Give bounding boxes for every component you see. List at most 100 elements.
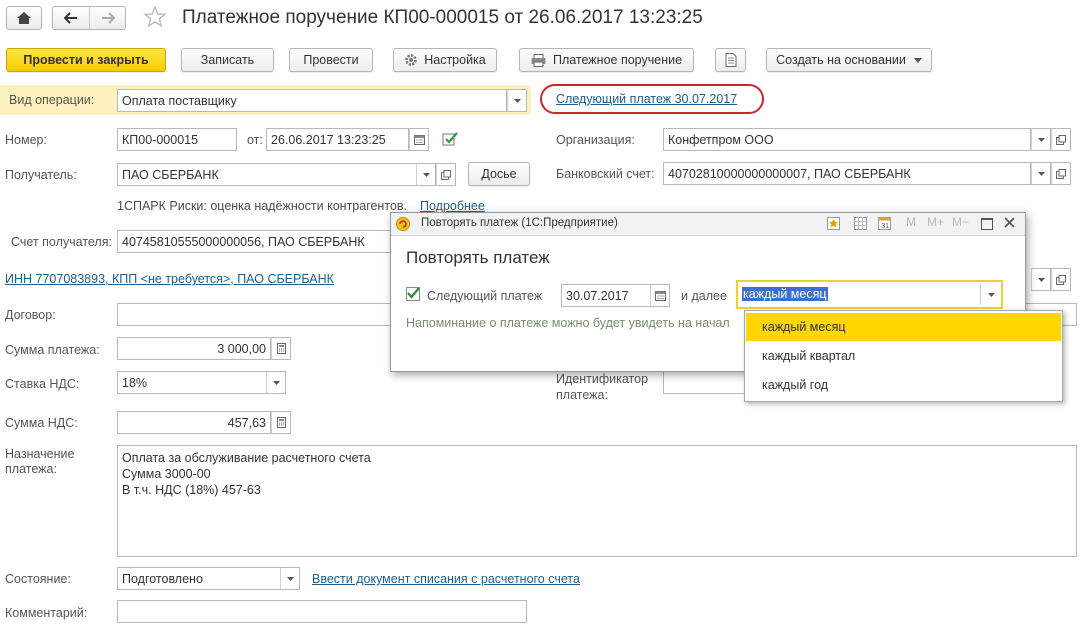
bank-account-field[interactable]: 40702810000000000007, ПАО СБЕРБАНК [663,162,1031,185]
home-icon [17,12,31,24]
recipient-dropdown-button[interactable] [416,163,436,186]
organization-open-button[interactable] [1051,128,1071,151]
chevron-down-icon [1037,137,1045,142]
calendar-icon[interactable]: 31 [878,217,891,233]
dropdown-option-monthly[interactable]: каждый месяц [746,313,1061,341]
spark-more-link[interactable]: Подробнее [420,199,485,213]
payment-id-label: Идентификатор [556,372,649,386]
right-field-open-button[interactable] [1051,268,1071,291]
period-selected-value: каждый месяц [742,287,828,301]
settings-button[interactable]: Настройка [393,48,497,72]
vat-rate-select[interactable]: 18% [117,371,267,394]
number-label: Номер: [5,133,47,147]
period-dropdown-button[interactable] [980,284,1001,305]
dialog-titlebar: Повторять платеж (1С:Предприятие) 31 M M… [391,213,1025,236]
svg-text:31: 31 [881,223,889,230]
favorite-star-icon[interactable] [143,5,167,29]
close-icon[interactable] [1004,217,1015,231]
memory-minus-icon[interactable]: M− [952,215,969,229]
home-button[interactable] [6,6,42,30]
next-payment-checkbox[interactable] [406,287,420,301]
maximize-icon[interactable] [981,218,993,230]
vat-rate-label: Ставка НДС: [5,377,80,391]
operation-dropdown-button[interactable] [507,89,527,112]
vat-amount-field[interactable]: 457,63 [117,411,271,434]
next-payment-calendar-button[interactable] [650,284,670,307]
operation-label: Вид операции: [9,93,95,107]
chevron-down-icon [987,292,995,297]
status-label: Состояние: [5,572,71,586]
create-based-on-button[interactable]: Создать на основании [766,48,932,72]
comment-label: Комментарий: [5,606,88,620]
period-select[interactable]: каждый месяц [736,280,1003,309]
arrow-left-icon [64,12,77,24]
recipient-label: Получатель: [5,168,77,182]
purpose-label-2: платежа: [5,462,57,476]
vat-rate-dropdown-button[interactable] [266,371,286,394]
number-field[interactable]: КП00-000015 [117,128,237,151]
settings-label: Настройка [424,53,486,67]
purpose-line: Сумма 3000-00 [122,467,211,481]
status-select[interactable]: Подготовлено [117,567,281,590]
amount-calculator-button[interactable] [271,337,291,360]
recipient-account-field[interactable]: 40745810555000000056, ПАО СБЕРБАНК [117,230,397,253]
open-icon [1056,274,1066,285]
open-icon [1056,134,1066,145]
grid-icon[interactable] [854,217,867,233]
bookmark-star-icon[interactable] [827,217,840,233]
amount-field[interactable]: 3 000,00 [117,337,271,360]
purpose-textarea[interactable]: Оплата за обслуживание расчетного счета … [117,445,1077,557]
chevron-down-icon [1037,277,1045,282]
inn-link[interactable]: ИНН 7707083893, КПП <не требуется>, ПАО … [5,272,334,286]
open-icon [441,169,451,180]
recipient-open-button[interactable] [436,163,456,186]
organization-field[interactable]: Конфетпром ООО [663,128,1031,151]
memory-m-icon[interactable]: M [906,215,916,229]
app-logo-icon [396,217,410,231]
create-based-label: Создать на основании [776,53,906,67]
purpose-line: Оплата за обслуживание расчетного счета [122,451,371,465]
amount-label: Сумма платежа: [5,343,100,357]
recipient-field[interactable]: ПАО СБЕРБАНК [117,163,417,186]
print-label: Платежное поручение [552,53,683,67]
printer-icon [531,53,546,67]
memory-plus-icon[interactable]: M+ [927,215,944,229]
right-field-dropdown-button[interactable] [1031,268,1051,291]
post-and-close-button[interactable]: Провести и закрыть [6,48,166,72]
bank-account-open-button[interactable] [1051,162,1071,185]
dossier-button[interactable]: Досье [468,162,530,186]
dropdown-option-yearly[interactable]: каждый год [746,371,1061,399]
post-button[interactable]: Провести [289,48,373,72]
calculator-icon [276,417,286,428]
operation-select[interactable]: Оплата поставщику [117,89,507,112]
payment-id-label-2: платежа: [556,388,608,402]
organization-dropdown-button[interactable] [1031,128,1051,151]
purpose-label: Назначение [5,447,75,461]
print-payment-order-button[interactable]: Платежное поручение [519,48,694,72]
back-button[interactable] [53,7,90,29]
comment-field[interactable] [117,600,527,623]
write-off-document-link[interactable]: Ввести документ списания с расчетного сч… [312,572,580,586]
save-button[interactable]: Записать [181,48,274,72]
forward-button[interactable] [90,7,126,29]
vat-amount-label: Сумма НДС: [5,416,78,430]
nav-back-forward [52,6,126,30]
next-payment-label: Следующий платеж [427,289,543,303]
vat-amount-calculator-button[interactable] [271,411,291,434]
purpose-line: В т.ч. НДС (18%) 457-63 [122,483,261,497]
date-field[interactable]: 26.06.2017 13:23:25 [266,128,409,151]
dialog-window-title: Повторять платеж (1С:Предприятие) [421,217,618,229]
chevron-down-icon [286,576,294,581]
next-payment-link[interactable]: Следующий платеж 30.07.2017 [556,92,737,106]
dropdown-option-quarterly[interactable]: каждый квартал [746,342,1061,370]
date-calendar-button[interactable] [409,128,429,151]
recipient-account-label: Счет получателя: [11,235,112,249]
status-dropdown-button[interactable] [280,567,300,590]
next-payment-date-field[interactable]: 30.07.2017 [561,284,651,307]
report-button[interactable] [715,48,746,72]
bank-account-dropdown-button[interactable] [1031,162,1051,185]
calendar-icon [413,134,425,145]
chevron-down-icon [1037,171,1045,176]
bank-account-label: Банковский счет: [556,167,655,181]
calculator-icon [276,343,286,354]
